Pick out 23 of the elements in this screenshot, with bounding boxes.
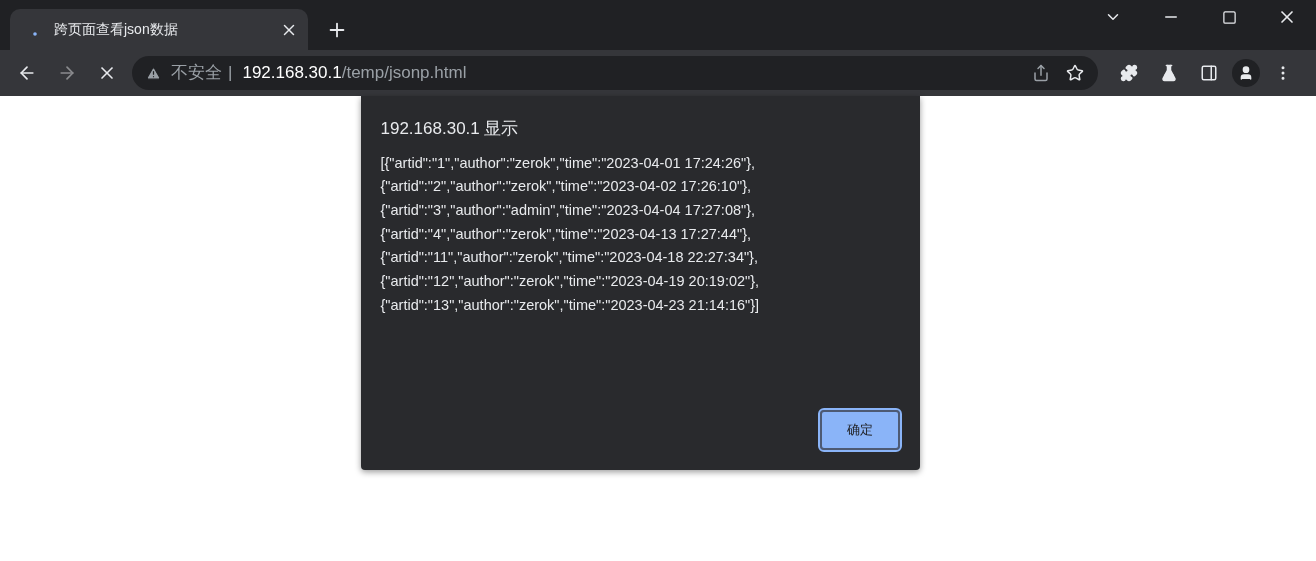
message-line: {"artid":"4","author":"zerok","time":"2023-04-13 17:27:44"}, — [380, 224, 752, 244]
dialog-title: 192.168.30.1 显示 — [380, 118, 520, 140]
address-bar[interactable]: 不安全 | 192.168.30.1/temp/jsonp.html — [132, 56, 1098, 90]
warning-icon — [146, 65, 161, 81]
share-icon[interactable] — [1032, 64, 1050, 82]
url-text[interactable]: 192.168.30.1/temp/jsonp.html — [242, 60, 467, 86]
tab-title: 跨页面查看json数据 — [54, 20, 179, 39]
separator: | — [228, 62, 233, 85]
profile-avatar[interactable] — [1232, 59, 1260, 87]
message-line: {"artid":"2","author":"zerok","time":"2023-04-02 17:26:10"}, — [380, 177, 752, 197]
message-line: {"artid":"3","author":"admin","time":"2023-04-04 17:27:08"}, — [380, 200, 757, 220]
security-label[interactable]: 不安全 — [171, 60, 222, 86]
flask-icon[interactable] — [1160, 64, 1178, 82]
maximize-icon[interactable] — [1221, 9, 1237, 25]
side-panel-icon[interactable] — [1200, 64, 1218, 82]
message-line: [{"artid":"1","author":"zerok","time":"2023-04-01 17:24:26"}, — [380, 153, 757, 173]
puzzle-icon[interactable] — [1120, 64, 1138, 82]
message-line: {"artid":"12","author":"zerok","time":"2023-04-19 20:19:02"}, — [380, 272, 761, 291]
browser-tab[interactable]: 跨页面查看json数据 — [10, 9, 308, 50]
ok-button[interactable]: 确定 — [819, 410, 900, 450]
message-line: {"artid":"11","author":"zerok","time":"2023-04-18 22:27:34"}, — [380, 248, 759, 268]
star-icon[interactable] — [1066, 64, 1084, 82]
message-line: {"artid":"13","author":"zerok","time":"2023-04-23 21:14:16"}] — [380, 295, 761, 315]
